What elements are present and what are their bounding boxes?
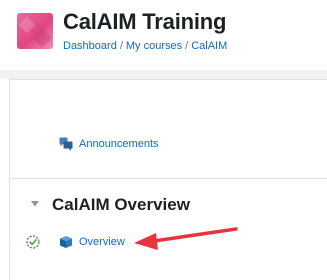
caret-down-icon [30, 195, 40, 213]
course-title: CalAIM Training [63, 9, 227, 34]
book-icon [59, 235, 73, 249]
completion-check-icon[interactable] [26, 235, 40, 249]
section-title[interactable]: CalAIM Overview [52, 195, 190, 215]
breadcrumb-dashboard[interactable]: Dashboard [63, 40, 117, 52]
breadcrumb-separator: / [185, 40, 189, 52]
breadcrumb-separator: / [119, 40, 123, 52]
breadcrumb-calaim[interactable]: CalAIM [191, 40, 227, 52]
page-header: CalAIM Training Dashboard / My courses / Cal… [0, 0, 327, 70]
announcements-label: Announcements [79, 138, 159, 150]
page-background-band [0, 70, 327, 79]
activity-label: Overview [79, 236, 125, 248]
forum-icon [59, 137, 73, 151]
activity-overview-link[interactable]: Overview [59, 235, 125, 249]
annotation-arrow [128, 220, 248, 260]
section-divider [10, 178, 327, 179]
section-collapse-toggle[interactable] [30, 199, 40, 209]
course-image[interactable] [17, 13, 53, 49]
announcements-link[interactable]: Announcements [59, 137, 159, 151]
breadcrumb-my-courses[interactable]: My courses [126, 40, 182, 52]
breadcrumb: Dashboard / My courses / CalAIM [63, 40, 227, 52]
